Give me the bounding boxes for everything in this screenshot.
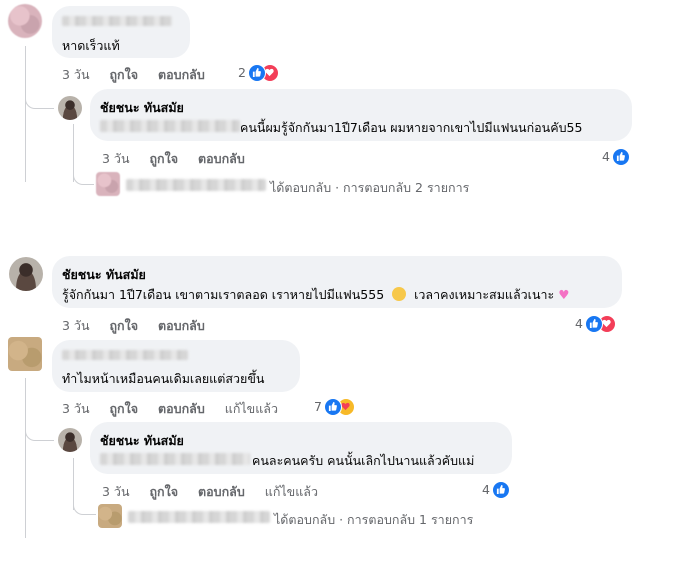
edited-label[interactable]: แก้ไขแล้ว — [265, 484, 318, 499]
timestamp[interactable]: 3 วัน — [102, 151, 130, 166]
like-button[interactable]: ถูกใจ — [149, 151, 178, 166]
avatar[interactable] — [58, 96, 82, 120]
like-button[interactable]: ถูกใจ — [109, 318, 138, 333]
thread-line — [25, 46, 26, 182]
view-replies-link[interactable]: ได้ตอบกลับ · การตอบกลับ 2 รายการ — [270, 178, 469, 198]
avatar — [96, 172, 120, 196]
avatar — [98, 504, 122, 528]
reply-button[interactable]: ตอบกลับ — [198, 484, 245, 499]
like-reaction-icon — [585, 315, 603, 333]
reaction-count: 4 — [575, 316, 583, 331]
comment-bubble: หาดเร็วแท้ — [52, 6, 190, 58]
blurred-mention — [100, 453, 250, 465]
like-reaction-icon — [492, 481, 510, 499]
timestamp[interactable]: 3 วัน — [62, 401, 90, 416]
timestamp[interactable]: 3 วัน — [62, 67, 90, 82]
smiling-emoji-icon — [392, 287, 407, 301]
thread-connector — [73, 170, 94, 185]
avatar[interactable] — [8, 4, 42, 38]
reply-text: คนนี้ผมรู้จักกันมา1ปี7เดือน ผมหายจากเขาไ… — [240, 120, 583, 135]
reply-actions: 3 วัน ถูกใจ ตอบกลับ แก้ไขแล้ว — [102, 482, 334, 502]
like-button[interactable]: ถูกใจ — [109, 401, 138, 416]
reaction-summary[interactable]: 4 — [602, 148, 632, 166]
avatar[interactable] — [58, 428, 82, 452]
timestamp[interactable]: 3 วัน — [102, 484, 130, 499]
comment-text: หาดเร็วแท้ — [62, 38, 120, 53]
reply-button[interactable]: ตอบกลับ — [158, 67, 205, 82]
like-button[interactable]: ถูกใจ — [109, 67, 138, 82]
reply-button[interactable]: ตอบกลับ — [198, 151, 245, 166]
pink-heart-icon: ♥ — [558, 287, 570, 302]
reply-actions: 3 วัน ถูกใจ ตอบกลับ — [102, 149, 261, 169]
like-reaction-icon — [324, 398, 342, 416]
reaction-summary[interactable]: 4 — [575, 315, 625, 333]
reply-bubble: ชัยชนะ ทันสมัย คนนี้ผมรู้จักกันมา1ปี7เดื… — [90, 89, 632, 141]
thread-line — [25, 378, 26, 538]
avatar[interactable] — [9, 257, 43, 291]
thread-connector — [25, 88, 54, 109]
blurred-name — [126, 179, 266, 191]
blurred-name — [62, 350, 188, 360]
like-button[interactable]: ถูกใจ — [149, 484, 178, 499]
reaction-summary[interactable]: 2 — [238, 64, 288, 82]
blurred-mention — [100, 120, 240, 132]
reaction-count: 2 — [238, 65, 246, 80]
blurred-name — [62, 16, 172, 26]
author-name[interactable]: ชัยชนะ ทันสมัย — [100, 431, 184, 451]
timestamp[interactable]: 3 วัน — [62, 318, 90, 333]
reply-text: คนละคนครับ คนนั้นเลิกไปนานแล้วคับแม่ — [252, 453, 475, 468]
blurred-name — [128, 511, 270, 523]
like-reaction-icon — [612, 148, 630, 166]
author-name[interactable]: ชัยชนะ ทันสมัย — [62, 265, 146, 285]
reaction-summary[interactable]: 7 — [314, 398, 364, 416]
reply-button[interactable]: ตอบกลับ — [158, 318, 205, 333]
reply-button[interactable]: ตอบกลับ — [158, 401, 205, 416]
thread-connector — [73, 500, 96, 515]
comment-actions: 3 วัน ถูกใจ ตอบกลับ — [62, 316, 221, 336]
comment-bubble: ทำไมหน้าเหมือนคนเดิมเลยแต่สวยขึ้น — [52, 340, 300, 392]
view-replies-link[interactable]: ได้ตอบกลับ · การตอบกลับ 1 รายการ — [274, 510, 473, 530]
comment-text: ทำไมหน้าเหมือนคนเดิมเลยแต่สวยขึ้น — [62, 371, 265, 386]
comment-text-part1: รู้จักกันมา 1ปี7เดือน เขาตามเราตลอด เราห… — [62, 287, 385, 302]
avatar[interactable] — [8, 337, 42, 371]
author-name[interactable]: ชัยชนะ ทันสมัย — [100, 98, 184, 118]
thread-connector — [25, 420, 54, 441]
reply-bubble: ชัยชนะ ทันสมัย คนละคนครับ คนนั้นเลิกไปนา… — [90, 422, 512, 474]
like-reaction-icon — [248, 64, 266, 82]
reaction-count: 4 — [602, 149, 610, 164]
reaction-count: 7 — [314, 399, 322, 414]
reaction-count: 4 — [482, 482, 490, 497]
comment-actions: 3 วัน ถูกใจ ตอบกลับ — [62, 65, 221, 85]
comment-actions: 3 วัน ถูกใจ ตอบกลับ แก้ไขแล้ว — [62, 399, 294, 419]
reaction-summary[interactable]: 4 — [482, 481, 512, 499]
comment-text-part2: เวลาคงเหมาะสมแล้วเนาะ — [414, 287, 555, 302]
comment-text: รู้จักกันมา 1ปี7เดือน เขาตามเราตลอด เราห… — [62, 285, 569, 305]
edited-label[interactable]: แก้ไขแล้ว — [225, 401, 278, 416]
comment-bubble: ชัยชนะ ทันสมัย รู้จักกันมา 1ปี7เดือน เขา… — [52, 256, 622, 308]
